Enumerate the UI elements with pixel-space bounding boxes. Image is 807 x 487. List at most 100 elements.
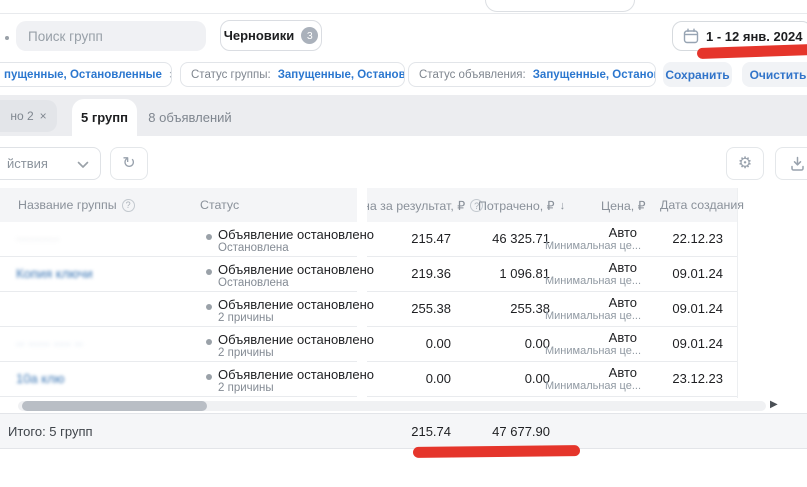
sort-desc-icon[interactable]: ↓ [560,200,566,212]
settings-button[interactable]: ⚙ [726,147,764,180]
spent-value: 46 325.71 [460,231,550,246]
created-date: 09.01.24 [643,301,723,316]
status-subtext: 2 причины [218,382,274,394]
spent-value: 0.00 [460,371,550,386]
price-cell: Авто Минимальная це... [545,225,637,252]
table-header: Название группы? Статус на за результат,… [0,188,737,222]
price-cell: Авто Минимальная це... [545,260,637,287]
drafts-count-badge: 3 [301,27,318,44]
refresh-button[interactable]: ↻ [110,147,148,180]
export-button[interactable] [775,147,807,180]
remove-filter-icon[interactable]: × [169,68,172,81]
price-value: Авто [545,330,637,345]
column-header-cost-per-result[interactable]: на за результат, ₽? [363,198,483,213]
table-row[interactable]: Копия ключи Объявление остановлено Остан… [0,257,737,292]
tab-groups[interactable]: 5 групп [72,99,137,136]
search-input[interactable]: Поиск групп [16,21,206,51]
search-icon [5,36,9,40]
status-subtext: 2 причины [218,312,274,324]
status-dot [206,374,212,380]
spent-value: 0.00 [460,336,550,351]
actions-dropdown[interactable]: йствия [0,147,101,180]
column-header-group-name[interactable]: Название группы? [18,198,135,212]
filter-chip-campaign-status[interactable]: пущенные, Остановленные × [0,62,172,87]
price-strategy: Минимальная це... [545,345,637,357]
search-placeholder: Поиск групп [28,29,103,44]
status-text: Объявление остановлено [218,332,374,347]
clear-filters-button[interactable]: Очистить [742,62,807,87]
group-name-link[interactable]: ·· ····· ···· ·· [16,336,83,351]
status-text: Объявление остановлено [218,297,374,312]
column-header-created[interactable]: Дата создания [660,198,744,212]
calendar-icon [683,28,699,44]
column-header-price[interactable]: Цена, ₽ [601,198,646,213]
red-annotation-totals [413,445,580,458]
filter-chip-label: Статус объявления: [419,69,526,81]
price-cell: Авто Минимальная це... [545,295,637,322]
clear-selection-icon[interactable]: × [40,109,47,123]
filter-chip-value: Запущенные, Остановленные [278,69,405,81]
selected-items-chip[interactable]: но 2 × [0,100,57,132]
totals-cost-per-result: 215.74 [368,424,451,439]
frozen-column-gutter [357,188,367,222]
price-strategy: Минимальная це... [545,380,637,392]
help-icon[interactable]: ? [122,199,135,212]
status-text: Объявление остановлено [218,367,374,382]
price-strategy: Минимальная це... [545,310,637,322]
top-divider [0,13,807,14]
table-right-edge [737,188,738,398]
created-date: 09.01.24 [643,336,723,351]
cost-per-result-value: 219.36 [368,266,451,281]
group-name-link[interactable]: ·········· [16,231,59,246]
price-value: Авто [545,225,637,240]
group-name-link[interactable]: Копия ключи [16,266,93,281]
group-name-link[interactable]: 10а клю [16,371,64,386]
cost-per-result-value: 0.00 [368,336,451,351]
download-icon [790,156,805,171]
status-text: Объявление остановлено [218,262,374,277]
totals-row: Итого: 5 групп 215.74 47 677.90 [0,413,807,449]
filter-chip-value: Запущенные, Остановленные [533,69,656,81]
status-dot [206,234,212,240]
selected-items-label: но 2 [10,109,33,123]
tab-ads[interactable]: 8 объявлений [138,99,242,136]
scroll-right-arrow[interactable]: ▶ [770,399,778,410]
price-cell: Авто Минимальная це... [545,330,637,357]
drafts-button[interactable]: Черновики 3 [220,20,322,51]
chevron-down-icon [77,161,89,169]
row-separator [367,396,737,397]
status-text: Объявление остановлено [218,227,374,242]
filter-chip-group-status[interactable]: Статус группы: Запущенные, Остановленные… [180,62,405,87]
status-dot [206,339,212,345]
price-strategy: Минимальная це... [545,240,637,252]
status-subtext: 2 причины [218,347,274,359]
horizontal-scrollbar-thumb[interactable] [22,401,207,411]
price-value: Авто [545,365,637,380]
price-strategy: Минимальная це... [545,275,637,287]
status-subtext: Остановлена [218,242,289,254]
filter-chip-label: Статус группы: [191,69,271,81]
cropped-top-button [485,0,635,12]
table-row[interactable]: ·· ····· ···· ·· Объявление остановлено … [0,327,737,362]
created-date: 22.12.23 [643,231,723,246]
table-row[interactable]: ·········· Объявление остановлено Остано… [0,222,737,257]
table-row[interactable]: 10а клю Объявление остановлено 2 причины… [0,362,737,397]
status-dot [206,269,212,275]
drafts-label: Черновики [224,28,295,43]
column-header-status[interactable]: Статус [200,198,239,212]
created-date: 09.01.24 [643,266,723,281]
save-filters-button[interactable]: Сохранить [663,62,732,87]
created-date: 23.12.23 [643,371,723,386]
column-header-spent[interactable]: Потрачено, ₽↓ [478,198,565,213]
cost-per-result-value: 255.38 [368,301,451,316]
filter-chip-ad-status[interactable]: Статус объявления: Запущенные, Остановле… [408,62,656,87]
table-row[interactable]: Объявление остановлено 2 причины 255.38 … [0,292,737,327]
table-body: ·········· Объявление остановлено Остано… [0,222,737,397]
refresh-icon: ↻ [122,156,135,172]
gear-icon: ⚙ [738,156,752,172]
price-value: Авто [545,295,637,310]
status-subtext: Остановлена [218,277,289,289]
totals-spent: 47 677.90 [460,424,550,439]
filter-chip-value: пущенные, Остановленные [4,69,162,81]
spent-value: 255.38 [460,301,550,316]
